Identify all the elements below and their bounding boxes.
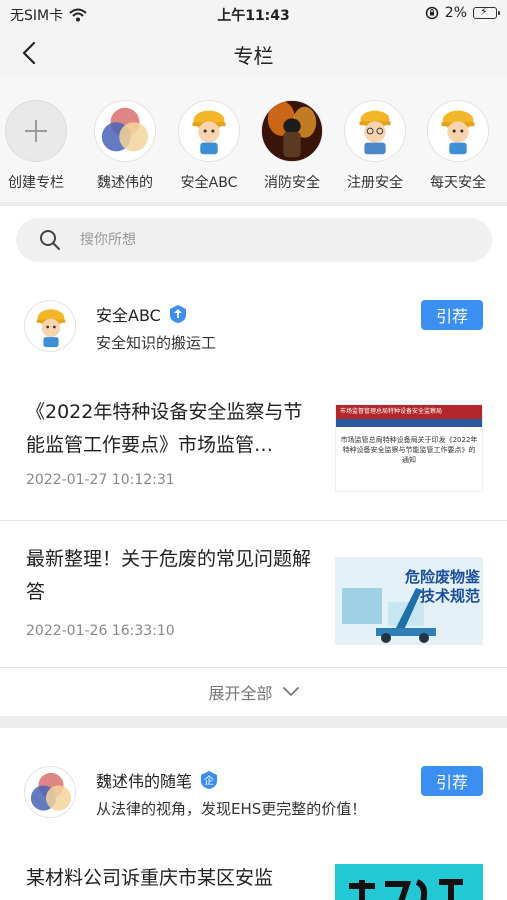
thumb-line-1: 危险废物鉴 (404, 568, 480, 586)
column-label: 消防安全 (264, 175, 320, 191)
worker-avatar (427, 100, 489, 162)
author-header: 魏述伟的随笔 企 从法律的视角，发现EHS更完整的价值！ 引荐 (0, 766, 507, 836)
column-label: 注册安全 (347, 175, 403, 191)
column-label: 魏述伟的 (97, 175, 153, 191)
column-item[interactable]: 注册安全 (337, 100, 413, 192)
column-label: 安全ABC (180, 175, 238, 191)
chevron-down-icon (282, 687, 299, 696)
article-item[interactable]: 《2022年特种设备安全监察与节能监管工作要点》市场监管… 2022-01-27… (0, 378, 507, 520)
article-item[interactable]: 某材料公司诉重庆市某区安监 (0, 850, 507, 900)
column-item[interactable]: 消防安全 (254, 100, 330, 192)
expand-all-button[interactable]: 展开全部 (0, 668, 507, 716)
article-thumbnail (335, 864, 483, 900)
worker-avatar (178, 100, 240, 162)
author-name[interactable]: 魏述伟的随笔 企 (96, 768, 218, 792)
article-date: 2022-01-26 16:33:10 (26, 623, 175, 639)
worker-avatar[interactable] (24, 300, 76, 352)
article-title: 某材料公司诉重庆市某区安监 (26, 867, 274, 889)
column-item[interactable]: 魏述伟的 (87, 100, 163, 192)
author-description: 从法律的视角，发现EHS更完整的价值！ (96, 800, 367, 818)
author-name-text: 安全ABC (96, 306, 161, 325)
nav-bar: 专栏 (0, 28, 507, 78)
column-label: 创建专栏 (8, 175, 64, 191)
column-label: 每天安全 (430, 175, 486, 191)
article-title: 最新整理！关于危废的常见问题解答 (26, 548, 312, 603)
search-input[interactable] (80, 232, 440, 248)
article-item[interactable]: 最新整理！关于危废的常见问题解答 2022-01-26 16:33:10 危险废… (0, 521, 507, 667)
article-date: 2022-01-27 10:12:31 (26, 472, 175, 488)
status-bar: 无SIM卡 上午11:43 2% ⚡ (0, 0, 507, 28)
article-title: 《2022年特种设备安全监察与节能监管工作要点》市场监管… (26, 401, 303, 456)
author-name[interactable]: 安全ABC (96, 302, 187, 326)
worker-glasses-avatar (344, 100, 406, 162)
expand-label: 展开全部 (208, 684, 273, 703)
verified-badge-icon (169, 305, 186, 323)
thumb-line-2: 技术规范 (419, 587, 480, 605)
create-column-button[interactable]: 创建专栏 (0, 100, 74, 192)
venn-avatar[interactable] (24, 766, 76, 818)
column-strip: 创建专栏 魏述伟的 安全ABC 消防安全 注册安全 每天安全 (0, 78, 507, 202)
section-divider (0, 716, 507, 728)
column-item[interactable]: 每天安全 (420, 100, 496, 192)
author-header: 安全ABC 安全知识的搬运工 引荐 (0, 300, 507, 370)
article-thumbnail: 危险废物鉴 技术规范 (335, 557, 483, 645)
search-icon (40, 230, 60, 250)
battery-icon: ⚡ (473, 5, 500, 19)
battery-percent: 2% (444, 5, 467, 21)
firefighter-avatar (261, 100, 323, 162)
plus-icon (5, 100, 67, 162)
svg-text:企: 企 (204, 774, 214, 787)
column-item[interactable]: 安全ABC (171, 100, 247, 192)
author-name-text: 魏述伟的随笔 (96, 772, 193, 791)
orientation-lock-icon (425, 6, 439, 20)
article-thumbnail: 市场监督管理总局特种设备安全监察局 市场监管总局特种设备局关于印发《2022年特… (335, 404, 483, 492)
thumb-header: 市场监督管理总局特种设备安全监察局 (336, 405, 482, 419)
enterprise-badge-icon: 企 (201, 771, 218, 789)
divider (0, 202, 507, 206)
recommend-button[interactable]: 引荐 (421, 766, 483, 796)
page-title: 专栏 (233, 44, 274, 68)
author-description: 安全知识的搬运工 (96, 334, 217, 352)
search-bar[interactable] (16, 218, 492, 262)
venn-avatar (94, 100, 156, 162)
thumb-caption: 市场监管总局特种设备局关于印发《2022年特种设备安全监察与节能监管工作要点》的… (340, 436, 478, 464)
recommend-button[interactable]: 引荐 (421, 300, 483, 330)
